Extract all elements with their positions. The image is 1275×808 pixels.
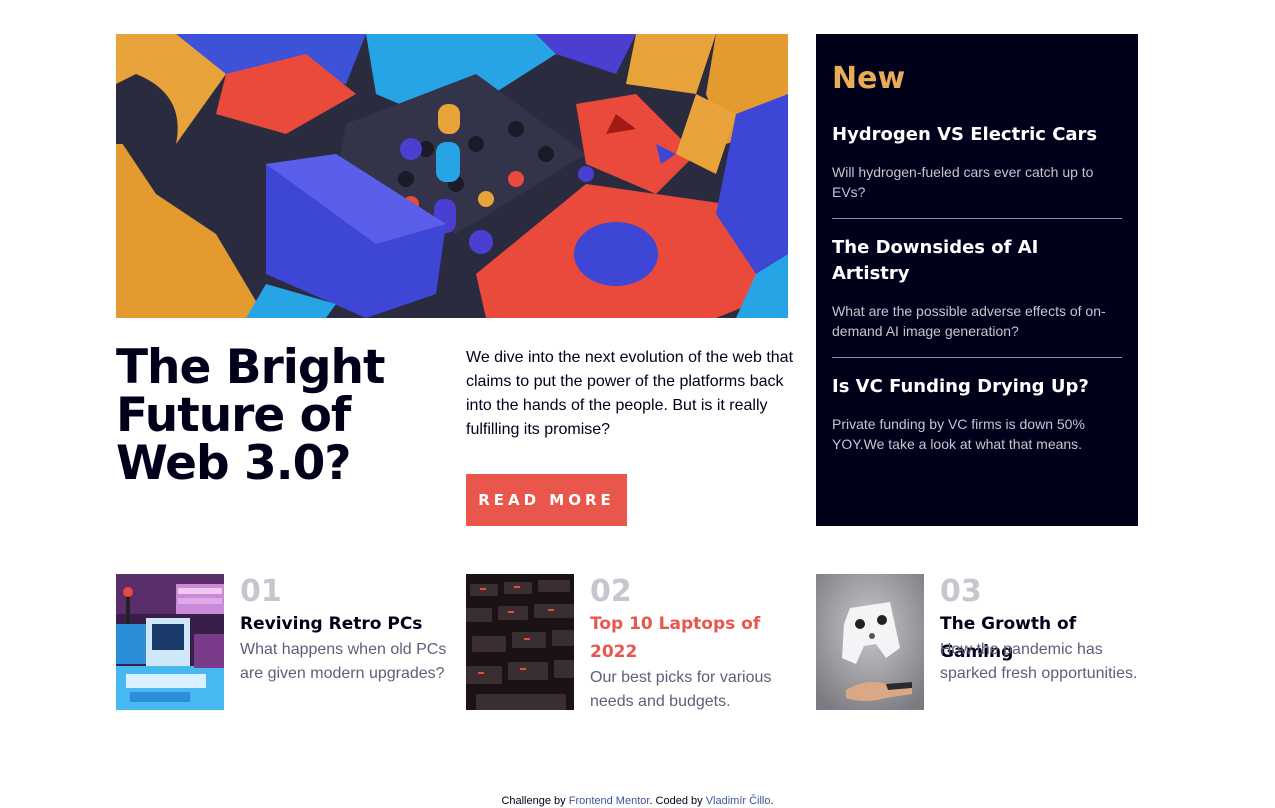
new-item[interactable]: Hydrogen VS Electric Cars Will hydrogen-… — [832, 122, 1122, 202]
card-number: 02 — [590, 574, 632, 609]
card-description: Our best picks for various needs and bud… — [590, 669, 772, 710]
new-item[interactable]: Is VC Funding Drying Up? Private funding… — [832, 374, 1122, 454]
footer-text: . Coded by — [649, 795, 706, 807]
new-item-title[interactable]: Is VC Funding Drying Up? — [832, 374, 1122, 400]
card-title[interactable]: Top 10 Laptops of 2022 — [590, 610, 800, 666]
card-number: 01 — [240, 574, 282, 609]
new-panel-title: New — [832, 61, 906, 96]
new-item-title[interactable]: Hydrogen VS Electric Cars — [832, 122, 1122, 148]
divider — [832, 357, 1122, 358]
footer-text: . — [770, 795, 774, 807]
card-number: 03 — [940, 574, 982, 609]
gamepad-image — [816, 574, 924, 710]
read-more-button[interactable]: READ MORE — [466, 474, 627, 526]
article-card: 03 The Growth of Gaming How the pandemic… — [816, 574, 1146, 714]
new-item-title[interactable]: The Downsides of AI Artistry — [832, 235, 1122, 287]
new-item-text: Private funding by VC firms is down 50% … — [832, 416, 1085, 452]
article-card: 02 Top 10 Laptops of 2022 Our best picks… — [466, 574, 796, 714]
new-articles-panel: New Hydrogen VS Electric Cars Will hydro… — [816, 34, 1138, 526]
footer-text: Challenge by — [501, 795, 569, 807]
hero-description: We dive into the next evolution of the w… — [466, 349, 794, 438]
author-link[interactable]: Vladimír Čillo — [706, 795, 771, 807]
card-description: What happens when old PCs are given mode… — [240, 641, 447, 682]
hero-image — [116, 34, 788, 318]
new-item-text: What are the possible adverse effects of… — [832, 303, 1106, 339]
frontend-mentor-link[interactable]: Frontend Mentor — [569, 795, 650, 807]
page-title: The Bright Future of Web 3.0? — [116, 340, 385, 491]
laptop-keyboard-image — [466, 574, 574, 710]
divider — [832, 218, 1122, 219]
new-item[interactable]: The Downsides of AI Artistry What are th… — [832, 235, 1122, 341]
new-item-text: Will hydrogen-fueled cars ever catch up … — [832, 164, 1094, 200]
card-description: How the pandemic has sparked fresh oppor… — [940, 641, 1138, 682]
card-title[interactable]: Reviving Retro PCs — [240, 610, 450, 638]
attribution-footer: Challenge by Frontend Mentor. Coded by V… — [0, 795, 1275, 807]
retro-pc-image — [116, 574, 224, 710]
article-card: 01 Reviving Retro PCs What happens when … — [116, 574, 446, 714]
